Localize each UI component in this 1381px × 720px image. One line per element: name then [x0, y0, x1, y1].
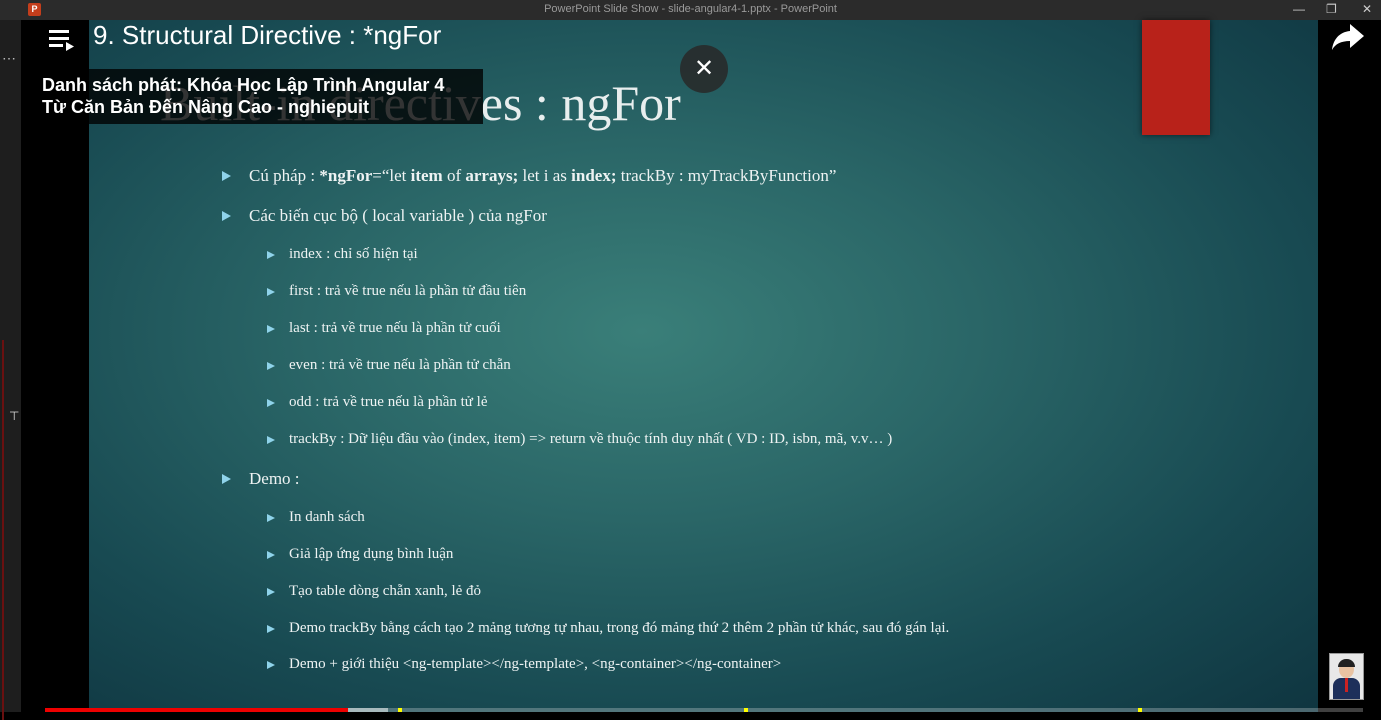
share-icon[interactable]	[1330, 22, 1366, 52]
left-panel: ⋯ ⊤	[0, 20, 21, 720]
sub-bullet: odd : trả về true nếu là phần tử lẻ	[289, 394, 488, 410]
local-variables-bullet: Các biến cục bộ ( local variable ) của n…	[249, 206, 547, 225]
window-titlebar: P PowerPoint Slide Show - slide-angular4…	[0, 0, 1381, 20]
sub-bullet: trackBy : Dữ liệu đầu vào (index, item) …	[289, 431, 893, 447]
sub-bullet-arrow-icon	[267, 436, 275, 444]
minimize-button[interactable]: —	[1293, 2, 1305, 16]
sub-bullet-arrow-icon	[267, 588, 275, 596]
playlist-menu-icon[interactable]	[47, 27, 75, 53]
window-title: PowerPoint Slide Show - slide-angular4-1…	[544, 3, 837, 15]
close-overlay-button[interactable]: ✕	[680, 45, 728, 93]
bullet-arrow-icon	[222, 171, 231, 181]
video-title[interactable]: 9. Structural Directive : *ngFor	[93, 20, 441, 51]
slide-red-decoration	[1142, 20, 1210, 135]
sub-bullet-arrow-icon	[267, 362, 275, 370]
syntax-bullet: Cú pháp : *ngFor=“let item of arrays; le…	[249, 166, 837, 185]
channel-avatar[interactable]	[1329, 653, 1364, 700]
sub-bullet: Demo trackBy bằng cách tạo 2 mảng tương …	[289, 620, 950, 636]
progress-played	[45, 708, 348, 712]
chapter-marker	[1138, 708, 1142, 712]
sub-bullet-arrow-icon	[267, 325, 275, 333]
bullet-arrow-icon	[222, 211, 231, 221]
playlist-info[interactable]: Danh sách phát: Khóa Học Lập Trình Angul…	[33, 69, 483, 124]
sub-bullet: In danh sách	[289, 509, 365, 525]
sub-bullet: Giả lập ứng dụng bình luận	[289, 546, 454, 562]
sub-bullet-arrow-icon	[267, 661, 275, 669]
more-icon[interactable]: ⋯	[2, 50, 16, 67]
sub-bullet: first : trả về true nếu là phần tử đầu t…	[289, 283, 527, 299]
sub-bullet-arrow-icon	[267, 514, 275, 522]
left-accent-line	[2, 340, 4, 720]
sub-bullet-arrow-icon	[267, 551, 275, 559]
close-window-button[interactable]: ✕	[1362, 2, 1372, 16]
sub-bullet: last : trả về true nếu là phần tử cuối	[289, 320, 501, 336]
bullet-arrow-icon	[222, 474, 231, 484]
playlist-title-line2: Từ Căn Bản Đến Nâng Cao - nghiepuit	[42, 97, 370, 117]
sub-bullet: even : trả về true nếu là phần tử chẵn	[289, 357, 511, 373]
sub-bullet-arrow-icon	[267, 288, 275, 296]
sub-bullet: Demo + giới thiệu <ng-template></ng-temp…	[289, 656, 782, 672]
playlist-title-line1: Danh sách phát: Khóa Học Lập Trình Angul…	[42, 75, 445, 95]
progress-buffered	[348, 708, 388, 712]
text-cursor-icon: ⊤	[9, 409, 20, 423]
sub-bullet-arrow-icon	[267, 251, 275, 259]
sub-bullet: Tạo table dòng chẵn xanh, lẻ đỏ	[289, 583, 482, 599]
sub-bullet-arrow-icon	[267, 625, 275, 633]
sub-bullet-arrow-icon	[267, 399, 275, 407]
chapter-marker	[398, 708, 402, 712]
sub-bullet: index : chỉ số hiện tại	[289, 246, 418, 262]
demo-bullet: Demo :	[249, 469, 300, 488]
restore-button[interactable]: ❐	[1326, 2, 1337, 16]
chapter-marker	[744, 708, 748, 712]
